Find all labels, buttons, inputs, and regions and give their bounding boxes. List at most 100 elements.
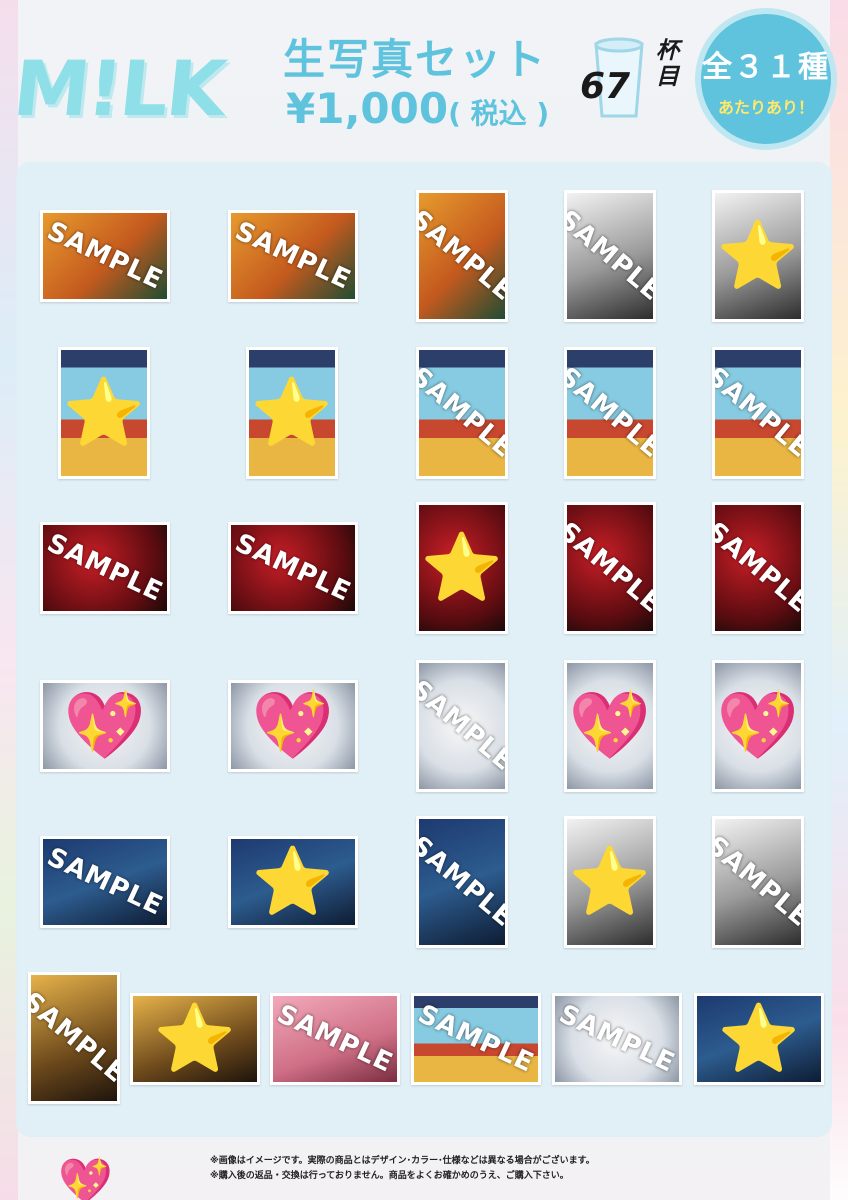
- sample-watermark: SAMPLE: [43, 528, 167, 608]
- photo-card: ⭐: [130, 993, 260, 1085]
- photo-image: SAMPLE: [567, 350, 653, 476]
- photo-card: SAMPLE: [712, 347, 804, 479]
- photo-image: ⭐: [249, 350, 335, 476]
- photo-card: ⭐: [712, 190, 804, 322]
- star-icon: ⭐: [568, 843, 652, 920]
- photo-card: SAMPLE: [228, 210, 358, 302]
- photo-image: ⭐: [715, 193, 801, 319]
- photo-image: ⭐: [697, 996, 821, 1082]
- photo-card: 💖: [564, 660, 656, 792]
- sparkling-heart-icon: 💖: [568, 687, 652, 764]
- photo-image: ⭐: [231, 839, 355, 925]
- sample-watermark: SAMPLE: [31, 986, 117, 1090]
- photo-card: 💖: [712, 660, 804, 792]
- sample-watermark: SAMPLE: [567, 204, 653, 308]
- photo-image: SAMPLE: [31, 975, 117, 1101]
- sample-watermark: SAMPLE: [231, 216, 355, 296]
- photo-card: SAMPLE: [416, 816, 508, 948]
- badge-count: 全３１種: [702, 50, 830, 85]
- photo-card: ⭐: [416, 502, 508, 634]
- photo-card: SAMPLE: [564, 190, 656, 322]
- photo-image: SAMPLE: [419, 819, 505, 945]
- star-icon: ⭐: [250, 374, 334, 451]
- photo-image: SAMPLE: [715, 505, 801, 631]
- cup-suffix: 杯目: [656, 38, 679, 90]
- photo-image: SAMPLE: [555, 996, 679, 1082]
- photo-card: ⭐: [228, 836, 358, 928]
- sample-watermark: SAMPLE: [715, 830, 801, 934]
- photo-card: SAMPLE: [228, 522, 358, 614]
- photo-image: ⭐: [567, 819, 653, 945]
- sample-watermark: SAMPLE: [43, 842, 167, 922]
- star-icon: ⭐: [717, 1000, 801, 1077]
- photo-card: SAMPLE: [416, 347, 508, 479]
- photo-image: SAMPLE: [715, 350, 801, 476]
- badge-prize: あたりあり！: [717, 98, 814, 117]
- sample-watermark: SAMPLE: [419, 674, 505, 778]
- sample-watermark: SAMPLE: [567, 361, 653, 465]
- photo-image: SAMPLE: [715, 819, 801, 945]
- photo-image: SAMPLE: [419, 663, 505, 789]
- photo-image: ⭐: [133, 996, 257, 1082]
- photo-card: SAMPLE: [40, 522, 170, 614]
- sample-watermark: SAMPLE: [43, 216, 167, 296]
- price-value: ¥1,000: [286, 84, 449, 133]
- photo-image: SAMPLE: [231, 213, 355, 299]
- photo-image: SAMPLE: [419, 193, 505, 319]
- sample-watermark: SAMPLE: [715, 516, 801, 620]
- sample-watermark: SAMPLE: [567, 516, 653, 620]
- photo-card: SAMPLE: [28, 972, 120, 1104]
- milk-logo: M!LK: [9, 44, 229, 133]
- photo-card: SAMPLE: [270, 993, 400, 1085]
- sample-watermark: SAMPLE: [715, 361, 801, 465]
- photo-card: SAMPLE: [712, 502, 804, 634]
- tax-note: ( 税込 ): [448, 97, 550, 130]
- photo-card: SAMPLE: [416, 190, 508, 322]
- photo-image: SAMPLE: [419, 350, 505, 476]
- note-image: ※画像はイメージです。実際の商品とはデザイン･カラー･仕様などは異なる場合がござ…: [210, 1156, 595, 1166]
- photo-image: ⭐: [419, 505, 505, 631]
- sample-watermark: SAMPLE: [419, 830, 505, 934]
- note-return: ※購入後の返品・交換は行っておりません。商品をよくお確かめのうえ、ご購入下さい。: [210, 1171, 569, 1181]
- photo-card: SAMPLE: [411, 993, 541, 1085]
- photo-image: SAMPLE: [43, 839, 167, 925]
- sample-watermark: SAMPLE: [231, 528, 355, 608]
- rainbow-edge-right: [830, 0, 848, 1200]
- photo-card: SAMPLE: [416, 660, 508, 792]
- sample-watermark: SAMPLE: [555, 999, 679, 1079]
- star-icon: ⭐: [153, 1000, 237, 1077]
- photo-image: SAMPLE: [567, 193, 653, 319]
- photo-card: ⭐: [564, 816, 656, 948]
- photo-card: SAMPLE: [564, 347, 656, 479]
- sparkling-heart-icon: 💖: [63, 687, 147, 764]
- photo-card: SAMPLE: [564, 502, 656, 634]
- star-icon: ⭐: [62, 374, 146, 451]
- photo-image: ⭐: [61, 350, 147, 476]
- sample-watermark: SAMPLE: [414, 999, 538, 1079]
- photo-image: 💖: [567, 663, 653, 789]
- photo-image: SAMPLE: [567, 505, 653, 631]
- photo-card: SAMPLE: [40, 836, 170, 928]
- footer-notes: ※画像はイメージです。実際の商品とはデザイン･カラー･仕様などは異なる場合がござ…: [210, 1154, 650, 1184]
- sparkling-heart-icon: 💖: [716, 687, 800, 764]
- sparkling-heart-icon: 💖: [251, 687, 335, 764]
- photo-card: 💖: [40, 680, 170, 772]
- photo-card: SAMPLE: [552, 993, 682, 1085]
- variety-badge: 全３１種 あたりあり！: [695, 8, 837, 150]
- photo-image: SAMPLE: [43, 525, 167, 611]
- price: ¥1,000( 税込 ): [286, 84, 549, 133]
- photo-image: 💖: [43, 683, 167, 769]
- photo-image: SAMPLE: [231, 525, 355, 611]
- photo-card: ⭐: [246, 347, 338, 479]
- photo-image: 💖: [715, 663, 801, 789]
- set-title: 生写真セット: [283, 35, 548, 84]
- photo-card: SAMPLE: [40, 210, 170, 302]
- photo-card: SAMPLE: [712, 816, 804, 948]
- photo-card: ⭐: [58, 347, 150, 479]
- sample-watermark: SAMPLE: [273, 999, 397, 1079]
- photo-card: ⭐: [694, 993, 824, 1085]
- photo-image: SAMPLE: [43, 213, 167, 299]
- star-icon: ⭐: [716, 217, 800, 294]
- sample-watermark: SAMPLE: [419, 361, 505, 465]
- photo-image: 💖: [231, 683, 355, 769]
